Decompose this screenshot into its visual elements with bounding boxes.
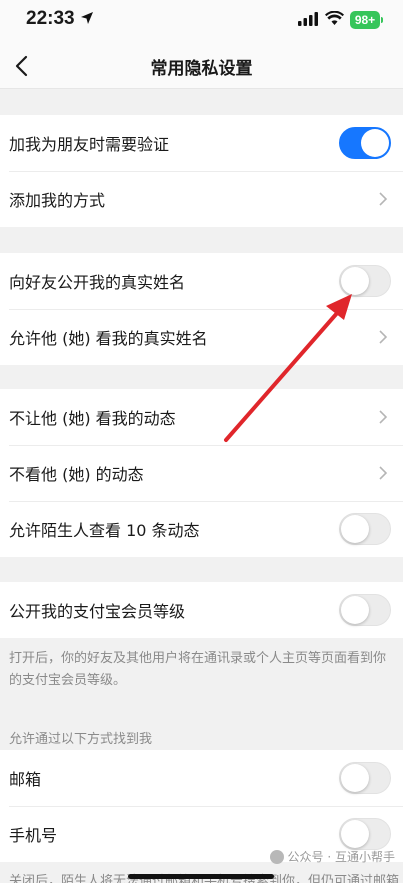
row-strangers-view-moments[interactable]: 允许陌生人查看 10 条动态 (0, 501, 403, 557)
row-allow-see-real-name[interactable]: 允许他 (她) 看我的真实姓名 (0, 309, 403, 365)
chevron-right-icon (379, 330, 388, 344)
find-by-email-toggle[interactable] (339, 762, 391, 794)
status-time: 22:33 (26, 8, 75, 29)
settings-group-verification: 加我为朋友时需要验证 添加我的方式 (0, 115, 403, 227)
watermark: 公众号 · 互通小帮手 (269, 848, 395, 865)
row-hide-their-moments[interactable]: 不看他 (她) 的动态 (0, 445, 403, 501)
status-bar: 22:33 98+ (0, 0, 403, 42)
row-find-by-email[interactable]: 邮箱 (0, 750, 403, 806)
toggle-knob (341, 820, 369, 848)
show-membership-level-toggle[interactable] (339, 594, 391, 626)
row-label: 允许他 (她) 看我的真实姓名 (9, 329, 208, 348)
row-label: 加我为朋友时需要验证 (9, 135, 170, 154)
watermark-text: 公众号 · 互通小帮手 (287, 850, 395, 864)
row-label: 邮箱 (9, 770, 42, 789)
toggle-knob (361, 129, 389, 157)
home-indicator (128, 874, 274, 879)
require-verification-toggle[interactable] (339, 127, 391, 159)
row-hide-my-moments[interactable]: 不让他 (她) 看我的动态 (0, 389, 403, 445)
battery-tip (381, 17, 383, 23)
row-label: 向好友公开我的真实姓名 (9, 273, 186, 292)
toggle-knob (341, 267, 369, 295)
settings-group-find-me: 邮箱 手机号 (0, 750, 403, 862)
toggle-knob (341, 515, 369, 543)
membership-note: 打开后，你的好友及其他用户将在通讯录或个人主页等页面看到你的支付宝会员等级。 (9, 651, 387, 688)
row-label: 手机号 (9, 826, 58, 845)
row-label: 不让他 (她) 看我的动态 (9, 409, 176, 428)
row-label: 不看他 (她) 的动态 (9, 465, 144, 484)
show-real-name-toggle[interactable] (339, 265, 391, 297)
row-add-me-methods[interactable]: 添加我的方式 (0, 171, 403, 227)
strangers-view-moments-toggle[interactable] (339, 513, 391, 545)
chevron-right-icon (379, 466, 388, 480)
row-label: 添加我的方式 (9, 191, 106, 210)
toggle-knob (341, 764, 369, 792)
chevron-right-icon (379, 410, 388, 424)
find-me-section-header: 允许通过以下方式找到我 (9, 732, 153, 747)
row-show-membership-level[interactable]: 公开我的支付宝会员等级 (0, 582, 403, 638)
signal-icon (298, 12, 318, 26)
wechat-logo-icon (269, 849, 284, 864)
toggle-knob (341, 596, 369, 624)
navigation-bar: 常用隐私设置 (0, 42, 403, 89)
row-show-real-name[interactable]: 向好友公开我的真实姓名 (0, 253, 403, 309)
location-arrow-icon (81, 12, 93, 24)
settings-group-moments: 不让他 (她) 看我的动态 不看他 (她) 的动态 允许陌生人查看 10 条动态 (0, 389, 403, 557)
chevron-right-icon (379, 192, 388, 206)
settings-group-real-name: 向好友公开我的真实姓名 允许他 (她) 看我的真实姓名 (0, 253, 403, 365)
row-require-verification[interactable]: 加我为朋友时需要验证 (0, 115, 403, 171)
wifi-icon (325, 11, 344, 25)
battery-indicator: 98+ (350, 11, 380, 29)
settings-group-membership: 公开我的支付宝会员等级 (0, 582, 403, 638)
page-title: 常用隐私设置 (150, 59, 253, 79)
row-label: 公开我的支付宝会员等级 (9, 602, 186, 621)
find-by-phone-toggle[interactable] (339, 818, 391, 850)
row-label: 允许陌生人查看 10 条动态 (9, 521, 200, 540)
